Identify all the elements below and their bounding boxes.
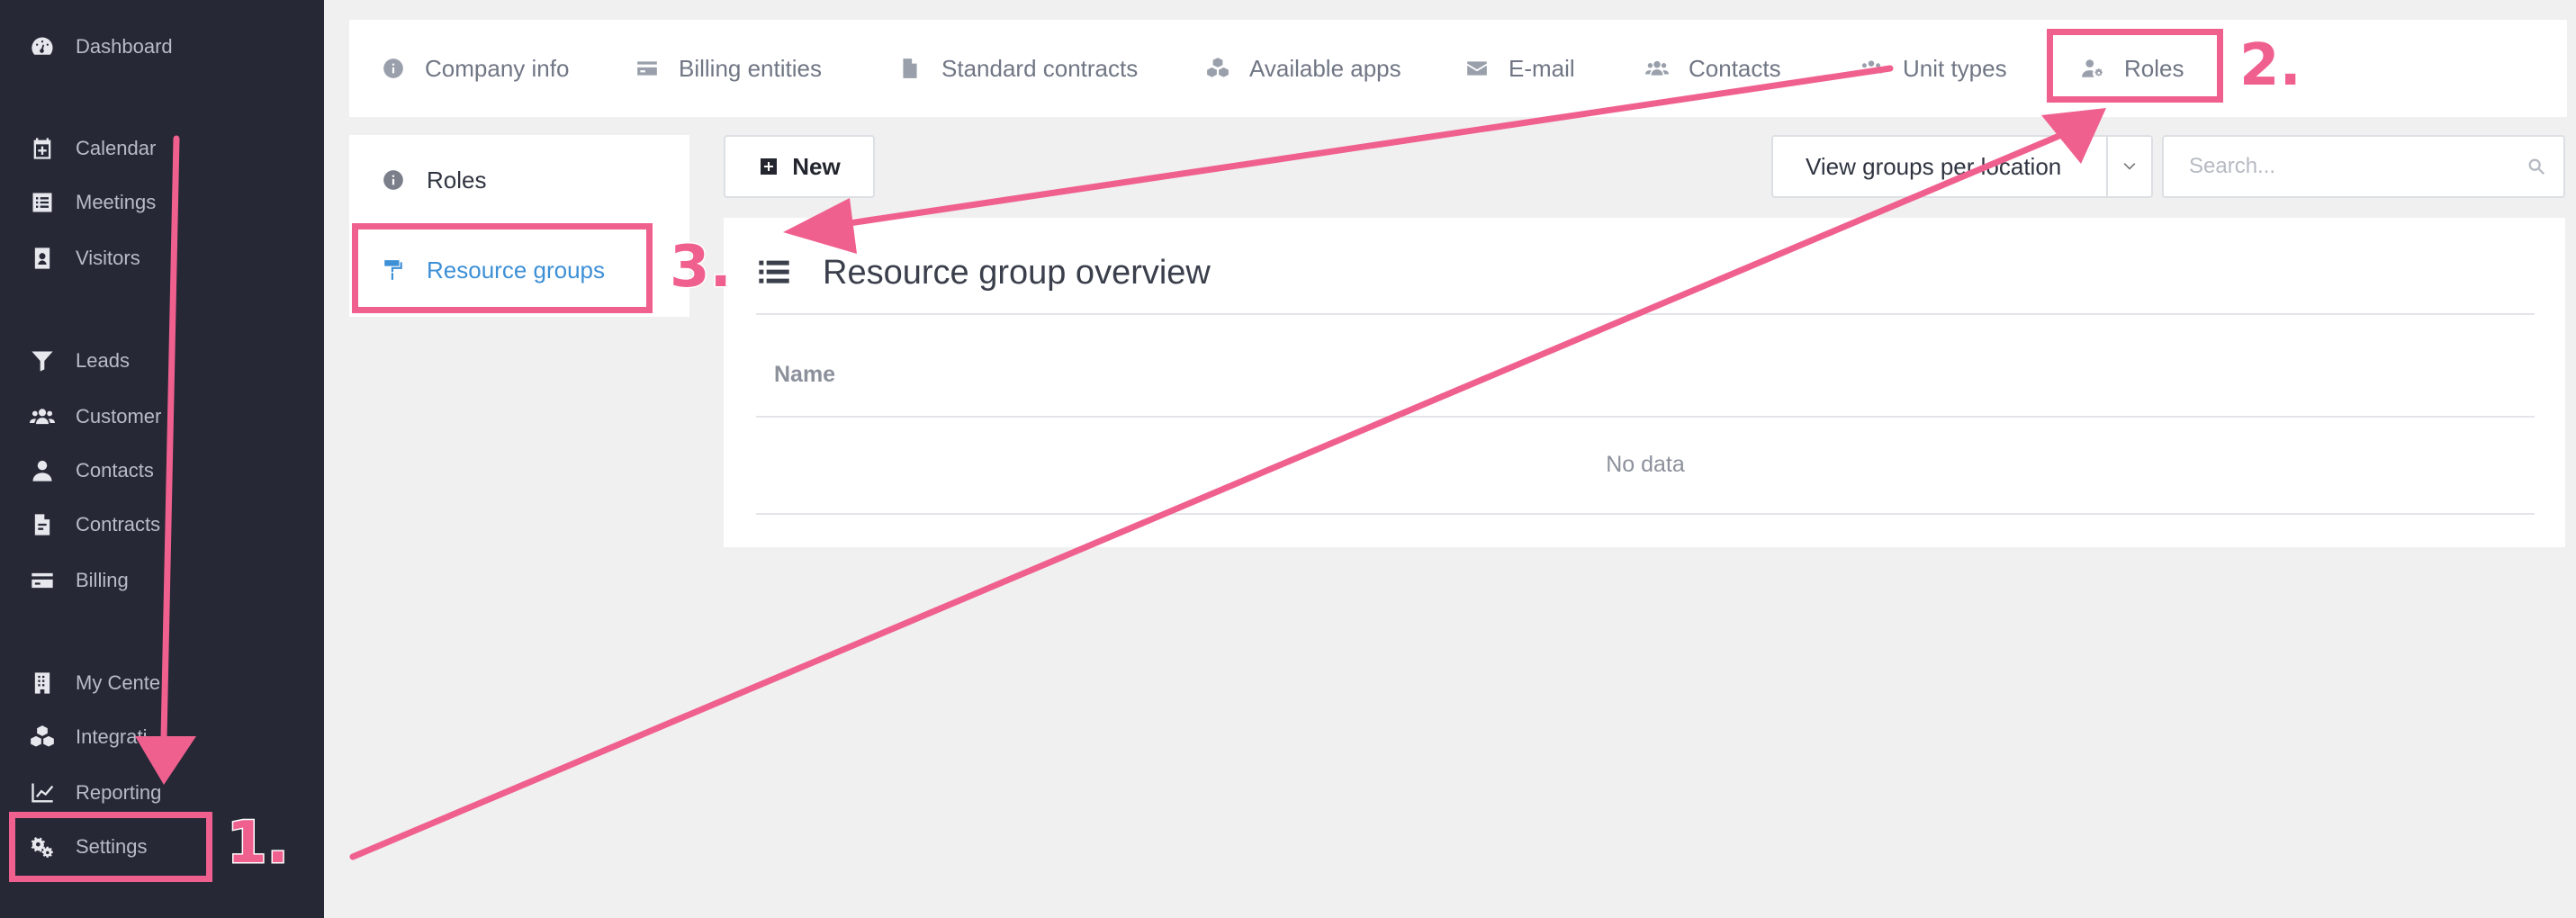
dashboard-icon [27, 32, 58, 62]
sidebar-item-contracts[interactable]: Contracts [0, 501, 324, 548]
envelope-icon [1464, 55, 1491, 82]
sidebar-item-label: Reporting [76, 781, 162, 804]
chart-line-icon [27, 778, 58, 808]
sidebar-item-label: Billing [76, 569, 129, 591]
sidebar-item-visitors[interactable]: Visitors [0, 235, 324, 282]
search-icon[interactable] [2509, 157, 2563, 176]
header-divider [756, 313, 2535, 315]
sidebar-item-contacts[interactable]: Contacts [0, 447, 324, 494]
table-bottom-divider [756, 513, 2535, 515]
panel-header: Resource group overview [756, 245, 1211, 301]
users-group-icon [1858, 55, 1885, 82]
annotation-box-resource-groups [352, 223, 653, 313]
table-header-divider [756, 416, 2535, 418]
meetings-icon [27, 187, 58, 218]
sidebar-item-dashboard[interactable]: Dashboard [0, 23, 324, 70]
search-input[interactable] [2164, 140, 2509, 194]
users-icon [27, 401, 58, 432]
sidebar-item-label: Calendar [76, 137, 157, 159]
empty-state-text: No data [1606, 452, 1685, 477]
chevron-down-icon[interactable] [2106, 137, 2151, 196]
tab-label: Company info [425, 54, 570, 82]
new-button[interactable]: New [724, 135, 875, 198]
sidebar-item-my-center[interactable]: My Cente [0, 660, 324, 706]
tab-contacts[interactable]: Contacts [1644, 20, 1781, 117]
tab-available-apps[interactable]: Available apps [1204, 20, 1401, 117]
info-circle-icon [380, 166, 407, 194]
tab-label: Contacts [1689, 54, 1781, 82]
annotation-number-1: 1. [226, 809, 291, 878]
user-icon [27, 455, 58, 486]
sidebar-item-calendar[interactable]: Calendar [0, 125, 324, 172]
sidebar-item-meetings[interactable]: Meetings [0, 179, 324, 226]
annotation-number-3: 3. [669, 233, 734, 302]
tab-company-info[interactable]: Company info [380, 20, 569, 117]
sidebar-item-label: Customer [76, 405, 162, 428]
sidebar-item-label: Contacts [76, 459, 154, 482]
sidebar-item-label: My Cente [76, 671, 161, 694]
sidebar-item-label: Meetings [76, 191, 157, 213]
annotation-number-2: 2. [2238, 32, 2303, 101]
tab-label: Available apps [1249, 54, 1401, 82]
tab-email[interactable]: E-mail [1464, 20, 1575, 117]
tab-label: Unit types [1903, 54, 2007, 82]
tab-label: E-mail [1509, 54, 1575, 82]
sidebar-item-billing[interactable]: Billing [0, 557, 324, 604]
sidebar-item-label: Integrati [76, 725, 148, 748]
tab-label: Standard contracts [941, 54, 1139, 82]
tab-label: Billing entities [679, 54, 822, 82]
view-groups-select[interactable]: View groups per location [1771, 135, 2153, 198]
building-icon [27, 668, 58, 698]
tab-standard-contracts[interactable]: Standard contracts [896, 20, 1138, 117]
tab-unit-types[interactable]: Unit types [1858, 20, 2007, 117]
annotation-box-roles [2047, 29, 2223, 103]
credit-card-icon [634, 55, 661, 82]
list-icon [759, 260, 789, 284]
cubes-icon [1204, 55, 1231, 82]
file-icon [896, 55, 923, 82]
sidebar: Dashboard Calendar Meetings Visitors Lea… [0, 0, 324, 918]
sidebar-item-leads[interactable]: Leads [0, 338, 324, 384]
settings-tabs-bar: Company info Billing entities Standard c… [349, 20, 2567, 117]
resource-group-panel: Resource group overview Name No data [724, 218, 2565, 547]
tab-billing-entities[interactable]: Billing entities [634, 20, 822, 117]
submenu-item-roles[interactable]: Roles [349, 135, 689, 225]
cubes-icon [27, 722, 58, 752]
users-icon [1644, 55, 1671, 82]
sidebar-item-label: Leads [76, 349, 130, 372]
column-header-name[interactable]: Name [774, 362, 835, 388]
submenu-item-label: Roles [427, 166, 487, 194]
plus-square-icon [761, 158, 778, 175]
filter-icon [27, 346, 58, 376]
annotation-box-settings [9, 812, 212, 882]
search-box [2162, 135, 2565, 198]
sidebar-item-label: Contracts [76, 513, 161, 536]
sidebar-item-label: Visitors [76, 247, 140, 269]
credit-card-icon [27, 565, 58, 596]
contract-icon [27, 509, 58, 540]
visitors-icon [27, 243, 58, 274]
sidebar-item-label: Dashboard [76, 35, 173, 58]
page-title: Resource group overview [823, 253, 1211, 292]
calendar-icon [27, 133, 58, 164]
sidebar-item-customers[interactable]: Customer [0, 393, 324, 440]
sidebar-item-integrations[interactable]: Integrati [0, 714, 324, 760]
info-circle-icon [380, 55, 407, 82]
new-button-label: New [792, 152, 841, 180]
view-groups-select-label: View groups per location [1806, 152, 2062, 180]
